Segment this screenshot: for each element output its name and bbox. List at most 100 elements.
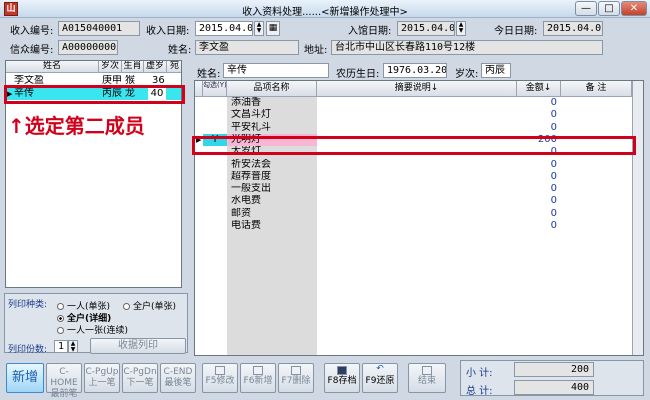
save-icon bbox=[337, 366, 347, 375]
items-scrollbar[interactable] bbox=[632, 81, 643, 355]
member-no-field: A000000005 bbox=[58, 40, 118, 55]
person-name-label: 姓名: bbox=[197, 69, 221, 80]
item-row[interactable]: 平安礼斗 0 bbox=[195, 122, 632, 134]
item-row[interactable]: 添油香 0 bbox=[195, 97, 632, 109]
item-desc[interactable] bbox=[319, 183, 517, 195]
item-amount[interactable]: 0 bbox=[517, 183, 557, 195]
radio-one-per-sheet[interactable]: 一人一张(连续) bbox=[57, 323, 128, 336]
item-desc[interactable] bbox=[319, 208, 517, 220]
item-note[interactable] bbox=[563, 109, 631, 121]
item-check[interactable] bbox=[203, 208, 227, 220]
income-no-field: A015040001 bbox=[58, 21, 140, 36]
item-row[interactable]: 一般支出 0 bbox=[195, 183, 632, 195]
item-note[interactable] bbox=[563, 183, 631, 195]
item-check[interactable] bbox=[203, 183, 227, 195]
item-desc[interactable] bbox=[319, 171, 517, 183]
receipt-print-button[interactable]: 收据列印 bbox=[90, 338, 186, 354]
item-note[interactable] bbox=[563, 97, 631, 109]
income-date-spinner[interactable]: ▲ ▼ bbox=[254, 21, 264, 36]
item-check[interactable] bbox=[203, 109, 227, 121]
item-check[interactable] bbox=[203, 159, 227, 171]
restore-button[interactable]: ↶ F9还原 bbox=[362, 363, 398, 393]
highlight-member-row bbox=[4, 85, 185, 104]
close-button[interactable]: ✕ bbox=[621, 1, 647, 16]
next-record-button[interactable]: C-PgDn 下一笔 bbox=[122, 363, 158, 393]
save-button[interactable]: F8存档 bbox=[324, 363, 360, 393]
radio-household-single[interactable]: 全户(单张) bbox=[123, 299, 176, 312]
item-amount[interactable]: 0 bbox=[517, 97, 557, 109]
item-amount[interactable]: 0 bbox=[517, 220, 557, 232]
today-field: 2015.04.02 bbox=[543, 21, 603, 36]
checkin-date-spinner[interactable]: ▲ ▼ bbox=[456, 21, 466, 36]
item-amount[interactable]: 0 bbox=[517, 208, 557, 220]
item-note[interactable] bbox=[563, 159, 631, 171]
calendar-icon[interactable]: ▦ bbox=[266, 21, 280, 36]
item-row[interactable]: 祈安法会 0 bbox=[195, 159, 632, 171]
person-name-field[interactable]: 辛传 bbox=[223, 63, 329, 78]
item-desc[interactable] bbox=[319, 122, 517, 134]
item-name: 祈安法会 bbox=[231, 158, 271, 170]
item-note[interactable] bbox=[563, 195, 631, 207]
checkin-date-label: 入馆日期: bbox=[348, 26, 392, 37]
item-amount[interactable]: 0 bbox=[517, 159, 557, 171]
item-desc[interactable] bbox=[319, 159, 517, 171]
last-record-button[interactable]: C-END 最後笔 bbox=[160, 363, 196, 393]
income-no-label: 收入编号: bbox=[10, 26, 54, 37]
delete-icon bbox=[291, 366, 301, 375]
total-label: 总 计: bbox=[466, 386, 493, 397]
item-note[interactable] bbox=[563, 220, 631, 232]
item-check[interactable] bbox=[203, 122, 227, 134]
maximize-button[interactable]: □ bbox=[598, 1, 620, 16]
year-field[interactable]: 丙辰 bbox=[481, 63, 511, 78]
checkin-date-field: 2015.04.02 bbox=[397, 21, 455, 36]
item-row[interactable]: 邮资 0 bbox=[195, 208, 632, 220]
item-note[interactable] bbox=[563, 208, 631, 220]
item-row[interactable]: 超荐普度 0 bbox=[195, 171, 632, 183]
items-col-desc: 摘要说明↓ bbox=[317, 81, 517, 97]
item-desc[interactable] bbox=[319, 220, 517, 232]
print-copies-field[interactable]: 1 bbox=[54, 340, 68, 353]
item-check[interactable] bbox=[203, 220, 227, 232]
add-button[interactable]: 新增 bbox=[6, 363, 44, 393]
item-row[interactable]: 文昌斗灯 0 bbox=[195, 109, 632, 121]
minimize-button[interactable]: — bbox=[575, 1, 597, 16]
item-row[interactable]: 水电费 0 bbox=[195, 195, 632, 207]
item-desc[interactable] bbox=[319, 109, 517, 121]
item-check[interactable] bbox=[203, 97, 227, 109]
income-date-field[interactable]: 2015.04.02 bbox=[195, 21, 253, 36]
edit-icon bbox=[215, 366, 225, 375]
item-name: 一般支出 bbox=[231, 183, 271, 195]
item-amount[interactable]: 0 bbox=[517, 122, 557, 134]
name-field: 李文盈 bbox=[195, 40, 299, 55]
new-button[interactable]: F6新增 bbox=[240, 363, 276, 393]
new-file-icon bbox=[253, 366, 263, 375]
year-label: 岁次: bbox=[455, 69, 479, 80]
item-check[interactable] bbox=[203, 171, 227, 183]
item-amount[interactable]: 0 bbox=[517, 171, 557, 183]
items-col-note: 备 注 bbox=[561, 81, 632, 97]
birth-field[interactable]: 1976.03.20 bbox=[383, 63, 447, 78]
first-record-button[interactable]: C-HOME 最前笔 bbox=[46, 363, 82, 399]
item-note[interactable] bbox=[563, 171, 631, 183]
item-name: 文昌斗灯 bbox=[231, 109, 271, 121]
item-name: 平安礼斗 bbox=[231, 121, 271, 133]
end-button[interactable]: 结束 bbox=[408, 363, 446, 393]
highlight-item-row bbox=[192, 136, 636, 155]
address-label: 地址: bbox=[304, 45, 328, 56]
delete-button[interactable]: F7删除 bbox=[278, 363, 314, 393]
prev-record-button[interactable]: C-PgUp 上一笔 bbox=[84, 363, 120, 393]
annotation-select-member: ↑选定第二成员 bbox=[8, 114, 145, 138]
item-amount[interactable]: 0 bbox=[517, 109, 557, 121]
print-type-label: 列印种类: bbox=[8, 300, 48, 310]
item-check[interactable] bbox=[203, 195, 227, 207]
item-note[interactable] bbox=[563, 122, 631, 134]
subtotal-field: 200 bbox=[514, 362, 594, 377]
edit-button[interactable]: F5修改 bbox=[202, 363, 238, 393]
item-desc[interactable] bbox=[319, 195, 517, 207]
item-amount[interactable]: 0 bbox=[517, 195, 557, 207]
address-field: 台北市中山区长春路110号12楼 bbox=[331, 40, 603, 55]
print-copies-spinner[interactable]: ▲ ▼ bbox=[68, 340, 78, 353]
item-row[interactable]: 电话费 0 bbox=[195, 220, 632, 232]
item-desc[interactable] bbox=[319, 97, 517, 109]
name-label: 姓名: bbox=[168, 45, 192, 56]
